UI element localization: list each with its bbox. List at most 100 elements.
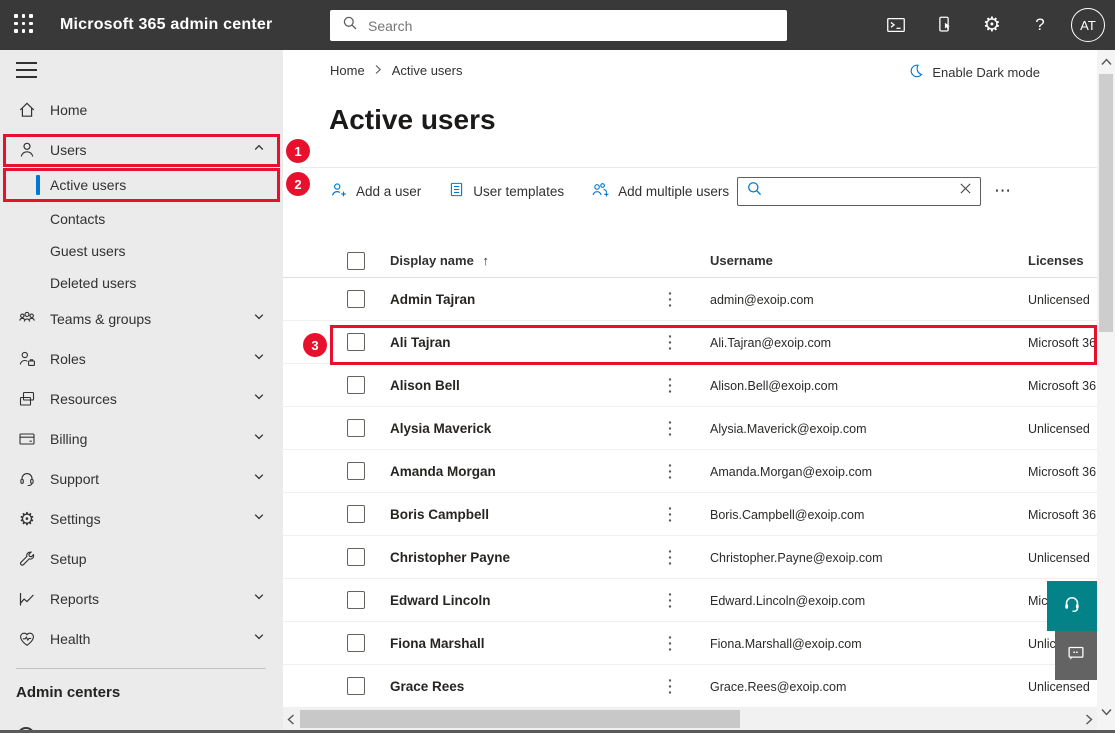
row-checkbox[interactable] — [347, 548, 365, 566]
sidebar-item-deleted-users[interactable]: Deleted users — [0, 267, 283, 299]
user-templates-button[interactable]: User templates — [448, 181, 564, 201]
table-row[interactable]: Amanda Morgan Amanda.Morgan@exoip.com Mi… — [283, 450, 1097, 493]
sidebar-item-contacts[interactable]: Contacts — [0, 203, 283, 235]
display-name-cell[interactable]: Boris Campbell — [390, 507, 489, 522]
terminal-icon[interactable] — [879, 8, 913, 42]
scroll-left-icon[interactable] — [283, 708, 299, 730]
resources-icon — [16, 389, 38, 409]
sidebar-item-label: Home — [50, 102, 87, 118]
row-menu-icon[interactable] — [668, 463, 672, 485]
row-menu-icon[interactable] — [668, 420, 672, 442]
row-menu-icon[interactable] — [668, 592, 672, 614]
add-multiple-users-button[interactable]: Add multiple users — [591, 181, 729, 202]
selected-indicator — [36, 175, 40, 195]
username-cell: Grace.Rees@exoip.com — [710, 680, 846, 694]
row-checkbox[interactable] — [347, 677, 365, 695]
sidebar-item-resources[interactable]: Resources — [0, 379, 283, 419]
enable-dark-mode-button[interactable]: Enable Dark mode — [908, 63, 1040, 82]
sidebar-item-home[interactable]: Home — [0, 90, 283, 130]
sidebar-item-support[interactable]: Support — [0, 459, 283, 499]
help-icon[interactable]: ? — [1023, 8, 1057, 42]
table-row[interactable]: Boris Campbell Boris.Campbell@exoip.com … — [283, 493, 1097, 536]
clear-search-icon[interactable] — [959, 182, 972, 200]
sidebar-item-roles[interactable]: Roles — [0, 339, 283, 379]
chevron-down-icon — [252, 470, 266, 489]
username-cell: Fiona.Marshall@exoip.com — [710, 637, 862, 651]
table-row-highlighted[interactable]: Ali Tajran Ali.Tajran@exoip.com Microsof… — [283, 321, 1097, 364]
table-row[interactable]: Admin Tajran admin@exoip.com Unlicensed — [283, 278, 1097, 321]
row-checkbox[interactable] — [347, 333, 365, 351]
global-search-input[interactable] — [368, 18, 775, 34]
sidebar-item-active-users[interactable]: Active users — [0, 169, 283, 201]
add-multiple-users-label: Add multiple users — [618, 184, 729, 199]
avatar[interactable]: AT — [1071, 8, 1105, 42]
sidebar-item-users[interactable]: Users — [0, 130, 283, 170]
row-menu-icon[interactable] — [668, 377, 672, 399]
row-menu-icon[interactable] — [668, 291, 672, 313]
filter-search-input[interactable] — [769, 184, 953, 199]
row-checkbox[interactable] — [347, 505, 365, 523]
filter-search-box[interactable] — [737, 177, 981, 206]
collapse-menu-icon[interactable] — [16, 62, 37, 78]
scroll-up-icon[interactable] — [1097, 53, 1115, 71]
row-checkbox[interactable] — [347, 419, 365, 437]
support-fab-button[interactable] — [1047, 581, 1097, 631]
sidebar-item-label: Billing — [50, 431, 87, 447]
display-name-cell[interactable]: Alysia Maverick — [390, 421, 491, 436]
table-row[interactable]: Grace Rees Grace.Rees@exoip.com Unlicens… — [283, 665, 1097, 708]
row-menu-icon[interactable] — [668, 549, 672, 571]
sidebar-item-teams-groups[interactable]: Teams & groups — [0, 299, 283, 339]
table-row[interactable]: Christopher Payne Christopher.Payne@exoi… — [283, 536, 1097, 579]
table-row[interactable]: Alison Bell Alison.Bell@exoip.com Micros… — [283, 364, 1097, 407]
sidebar-divider — [16, 668, 266, 669]
scroll-down-icon[interactable] — [1097, 703, 1115, 721]
sidebar-item-label: Resources — [50, 391, 117, 407]
column-header-licenses[interactable]: Licenses — [1028, 253, 1084, 268]
sidebar-item-health[interactable]: Health — [0, 619, 283, 659]
row-checkbox[interactable] — [347, 634, 365, 652]
settings-gear-icon[interactable]: ⚙ — [975, 8, 1009, 42]
scroll-right-icon[interactable] — [1081, 708, 1097, 730]
row-checkbox[interactable] — [347, 462, 365, 480]
breadcrumb-home[interactable]: Home — [330, 63, 365, 78]
feedback-fab-button[interactable] — [1055, 631, 1097, 680]
row-checkbox[interactable] — [347, 591, 365, 609]
display-name-cell[interactable]: Grace Rees — [390, 679, 464, 694]
row-menu-icon[interactable] — [668, 678, 672, 700]
sidebar-item-setup[interactable]: Setup — [0, 539, 283, 579]
row-menu-icon[interactable] — [668, 506, 672, 528]
row-checkbox[interactable] — [347, 376, 365, 394]
licenses-cell: Microsoft 36 — [1028, 508, 1097, 522]
table-row[interactable]: Edward Lincoln Edward.Lincoln@exoip.com … — [283, 579, 1097, 622]
select-all-checkbox[interactable] — [347, 252, 365, 270]
display-name-cell[interactable]: Alison Bell — [390, 378, 460, 393]
column-header-username[interactable]: Username — [710, 253, 773, 268]
sidebar-item-settings[interactable]: ⚙ Settings — [0, 499, 283, 539]
display-name-cell[interactable]: Edward Lincoln — [390, 593, 491, 608]
vertical-scrollbar — [1097, 50, 1115, 733]
sidebar-item-reports[interactable]: Reports — [0, 579, 283, 619]
username-cell: Ali.Tajran@exoip.com — [710, 336, 831, 350]
display-name-cell[interactable]: Amanda Morgan — [390, 464, 496, 479]
sidebar-item-guest-users[interactable]: Guest users — [0, 235, 283, 267]
add-user-button[interactable]: Add a user — [330, 181, 421, 202]
licenses-cell: Unlicensed — [1028, 293, 1097, 307]
table-row[interactable]: Alysia Maverick Alysia.Maverick@exoip.co… — [283, 407, 1097, 450]
display-name-cell[interactable]: Christopher Payne — [390, 550, 510, 565]
global-search-box[interactable] — [330, 10, 787, 41]
app-launcher-icon[interactable] — [14, 14, 37, 37]
display-name-cell[interactable]: Admin Tajran — [390, 292, 475, 307]
row-menu-icon[interactable] — [668, 635, 672, 657]
horizontal-scroll-thumb[interactable] — [300, 710, 740, 728]
vertical-scroll-thumb[interactable] — [1099, 74, 1113, 332]
chevron-down-icon — [252, 430, 266, 449]
column-header-display-name[interactable]: Display name ↑ — [390, 253, 489, 268]
mobile-app-icon[interactable] — [927, 8, 961, 42]
sidebar-item-billing[interactable]: Billing — [0, 419, 283, 459]
display-name-cell[interactable]: Fiona Marshall — [390, 636, 485, 651]
table-row[interactable]: Fiona Marshall Fiona.Marshall@exoip.com … — [283, 622, 1097, 665]
row-menu-icon[interactable] — [668, 334, 672, 356]
display-name-cell[interactable]: Ali Tajran — [390, 335, 451, 350]
row-checkbox[interactable] — [347, 290, 365, 308]
overflow-menu-button[interactable]: ⋯ — [994, 181, 1013, 201]
